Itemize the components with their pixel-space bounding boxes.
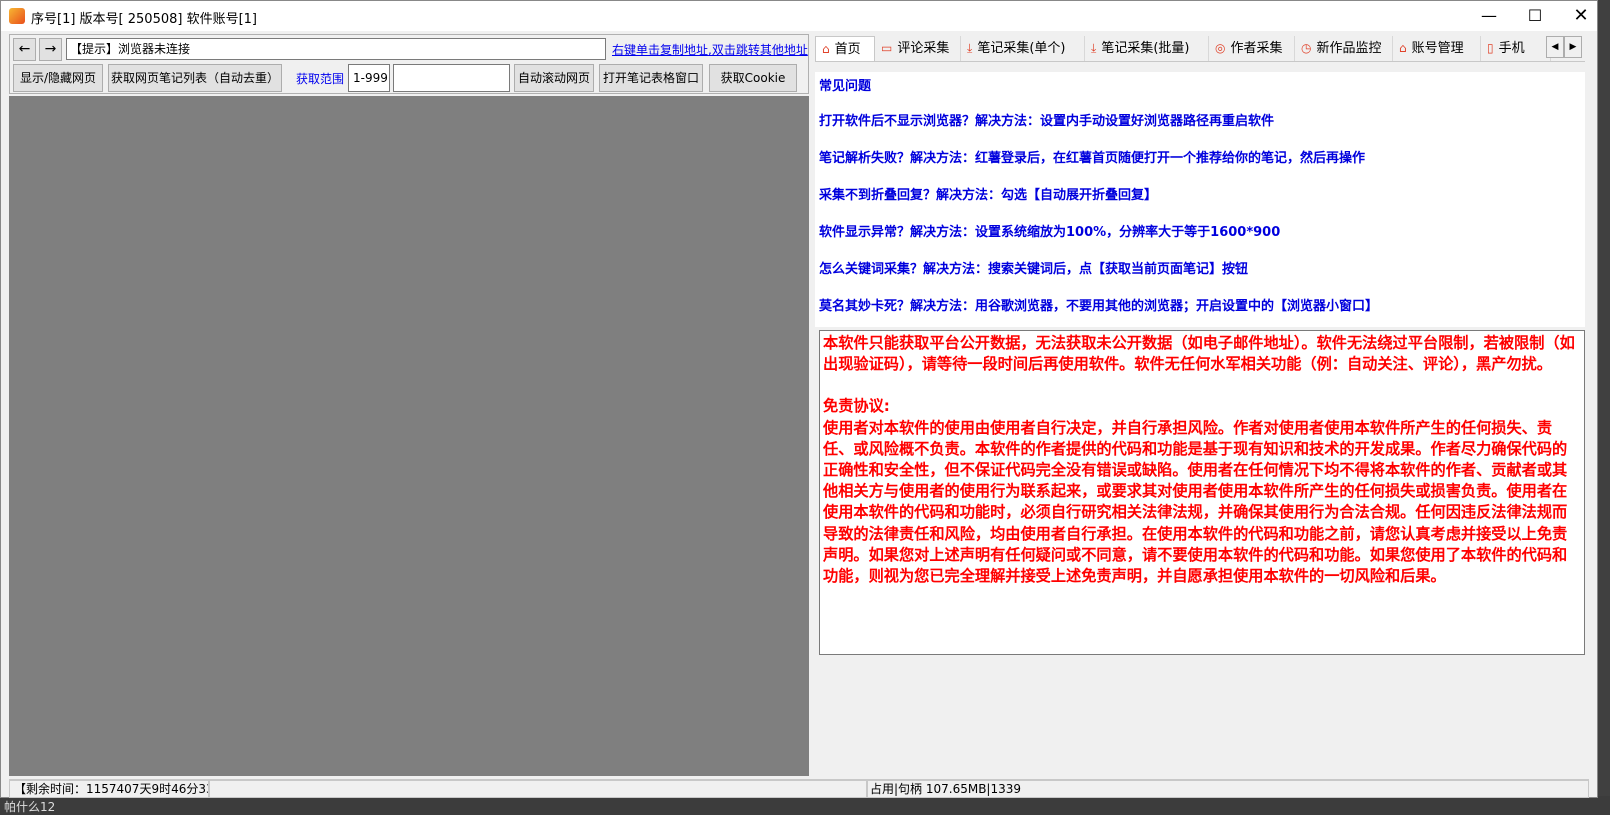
disclaimer-box: 本软件只能获取平台公开数据，无法获取未公开数据（如电子邮件地址）。软件无法绕过平… xyxy=(819,330,1585,655)
tab-label: 评论采集 xyxy=(897,41,950,56)
close-button[interactable]: ✕ xyxy=(1558,1,1604,31)
title-bar: 序号[1] 版本号[ 250508] 软件账号[1] — ☐ ✕ xyxy=(1,1,1597,31)
maximize-button[interactable]: ☐ xyxy=(1512,1,1558,31)
browser-view[interactable] xyxy=(9,96,809,776)
tab-phone[interactable]: ▯ 手机 xyxy=(1481,36,1551,61)
tab-scroll-right-button[interactable]: ▶ xyxy=(1564,36,1582,58)
tab-note-batch[interactable]: ⤓ 笔记采集(批量) xyxy=(1085,36,1209,61)
tab-label: 作者采集 xyxy=(1230,41,1283,56)
tab-label: 首页 xyxy=(834,42,861,57)
lock-icon: ⌂ xyxy=(1399,41,1407,55)
phone-icon: ▯ xyxy=(1487,41,1494,55)
auto-scroll-button[interactable]: 自动滚动网页 xyxy=(514,64,594,92)
tab-comment-collect[interactable]: ▭ 评论采集 xyxy=(875,36,961,61)
range-label: 获取范围 xyxy=(296,72,345,86)
tab-note-single[interactable]: ⤓ 笔记采集(单个) xyxy=(961,36,1085,61)
background-text: 帕什么12 xyxy=(4,800,56,814)
tab-scroll-left-button[interactable]: ◀ xyxy=(1546,36,1564,58)
disclaimer-title: 免责协议: xyxy=(823,397,890,416)
tab-author-collect[interactable]: ◎ 作者采集 xyxy=(1209,36,1295,61)
clock-icon: ◷ xyxy=(1301,41,1312,55)
disclaimer-paragraph: 使用者对本软件的使用由使用者自行决定，并自行承担风险。作者对使用者使用本软件所产… xyxy=(823,418,1568,586)
tab-label: 新作品监控 xyxy=(1316,41,1382,56)
copy-address-link[interactable]: 右键单击复制地址,双击跳转其他地址 xyxy=(612,41,808,58)
remaining-time: 【剩余时间：1157407天9时46分33秒 xyxy=(9,780,209,798)
range-extra-input[interactable] xyxy=(393,64,510,92)
forward-button[interactable]: → xyxy=(39,38,62,61)
faq-title: 常见问题 xyxy=(819,79,872,94)
minimize-button[interactable]: — xyxy=(1466,1,1512,31)
url-input[interactable]: 【提示】浏览器未连接 xyxy=(66,38,606,60)
range-input[interactable]: 1-999 xyxy=(348,64,390,92)
get-notes-list-button[interactable]: 获取网页笔记列表（自动去重） xyxy=(108,64,282,92)
faq-item: 莫名其妙卡死？解决方法：用谷歌浏览器，不要用其他的浏览器；开启设置中的【浏览器小… xyxy=(819,299,1379,314)
user-icon: ◎ xyxy=(1215,41,1226,55)
faq-item: 打开软件后不显示浏览器？解决方法：设置内手动设置好浏览器路径再重启软件 xyxy=(819,114,1275,129)
background-right-strip xyxy=(1598,0,1610,815)
download-icon: ⤓ xyxy=(1091,41,1097,55)
faq-panel: 常见问题 打开软件后不显示浏览器？解决方法：设置内手动设置好浏览器路径再重启软件… xyxy=(815,72,1585,327)
tab-new-work-monitor[interactable]: ◷ 新作品监控 xyxy=(1295,36,1393,61)
tab-account-management[interactable]: ⌂ 账号管理 xyxy=(1393,36,1481,61)
tab-label: 笔记采集(单个) xyxy=(977,41,1066,56)
back-button[interactable]: ← xyxy=(13,38,36,61)
app-logo-icon xyxy=(9,8,25,24)
toggle-webpage-button[interactable]: 显示/隐藏网页 xyxy=(13,64,103,92)
app-window: 序号[1] 版本号[ 250508] 软件账号[1] — ☐ ✕ ← → 【提示… xyxy=(0,0,1598,798)
status-bar: 【剩余时间：1157407天9时46分33秒 占用|句柄 107.65MB|13… xyxy=(9,779,1589,798)
tab-label: 笔记采集(批量) xyxy=(1101,41,1190,56)
tab-home[interactable]: ⌂ 首页 xyxy=(815,36,875,61)
memory-usage: 占用|句柄 107.65MB|1339 xyxy=(867,780,1589,798)
browser-toolbar: ← → 【提示】浏览器未连接 右键单击复制地址,双击跳转其他地址 显示/隐藏网页… xyxy=(9,34,809,94)
notice-paragraph: 本软件只能获取平台公开数据，无法获取未公开数据（如电子邮件地址）。软件无法绕过平… xyxy=(823,334,1575,374)
window-title: 序号[1] 版本号[ 250508] 软件账号[1] xyxy=(31,12,257,27)
download-icon: ⤓ xyxy=(967,41,973,55)
faq-item: 软件显示异常？解决方法：设置系统缩放为100%，分辨率大于等于1600*900 xyxy=(819,225,1281,240)
status-spacer xyxy=(209,780,867,798)
faq-item: 采集不到折叠回复？解决方法：勾选【自动展开折叠回复】 xyxy=(819,188,1158,203)
faq-item: 笔记解析失败？解决方法：红薯登录后，在红薯首页随便打开一个推荐给你的笔记，然后再… xyxy=(819,151,1366,166)
comment-icon: ▭ xyxy=(881,41,893,55)
get-cookie-button[interactable]: 获取Cookie xyxy=(709,64,797,92)
tab-strip: ⌂ 首页 ▭ 评论采集 ⤓ 笔记采集(单个) ⤓ 笔记采集(批量) ◎ 作者采集 ◷ 新作品… xyxy=(815,34,1585,62)
tab-label: 账号管理 xyxy=(1411,41,1464,56)
open-table-button[interactable]: 打开笔记表格窗口 xyxy=(599,64,703,92)
faq-item: 怎么关键词采集？解决方法：搜索关键词后，点【获取当前页面笔记】按钮 xyxy=(819,262,1249,277)
background-bottom-strip: 帕什么12 xyxy=(0,796,1610,815)
tab-label: 手机 xyxy=(1498,41,1525,56)
home-icon: ⌂ xyxy=(822,42,830,56)
